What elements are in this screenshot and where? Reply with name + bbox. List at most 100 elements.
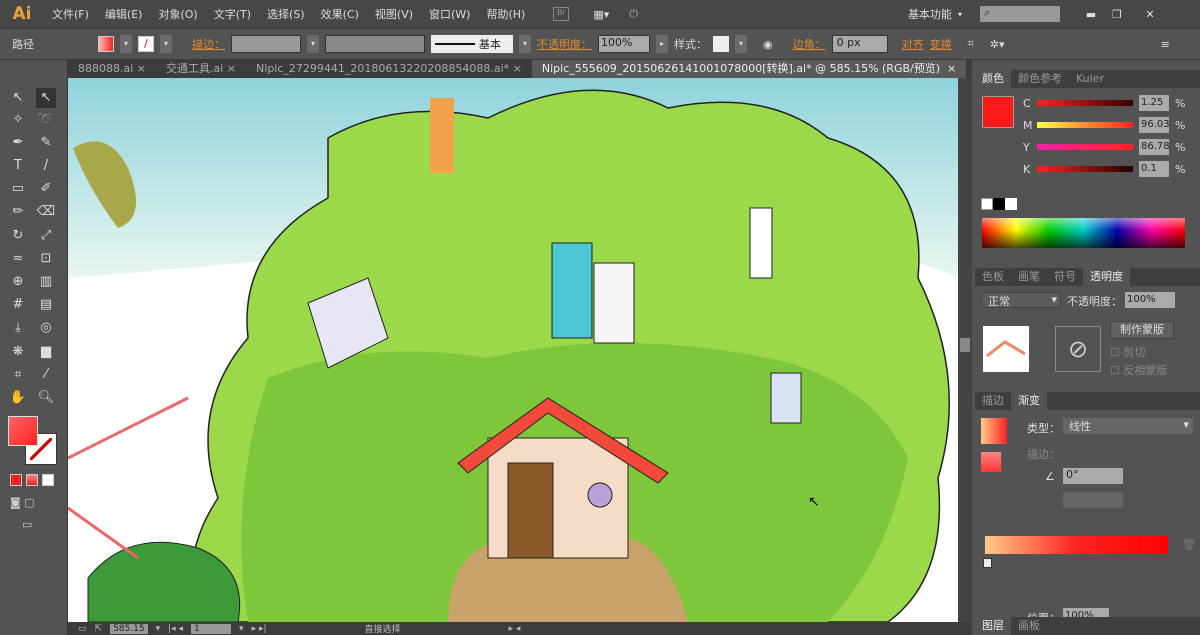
- select-similar-icon[interactable]: ✲▾: [990, 38, 1005, 51]
- gpu-icon[interactable]: ⏻: [629, 7, 638, 21]
- menu-help[interactable]: 帮助(H): [478, 6, 533, 22]
- color-spectrum[interactable]: [982, 218, 1185, 248]
- tab-layers[interactable]: 图层: [975, 617, 1011, 635]
- stroke-swatch[interactable]: /: [138, 36, 154, 52]
- rotate-icon[interactable]: ↻: [8, 226, 28, 246]
- gradient-tool-icon[interactable]: ▤: [36, 295, 56, 315]
- tab-symbols[interactable]: 符号: [1047, 268, 1083, 286]
- stroke-weight-stepper[interactable]: [231, 35, 301, 53]
- rectangle-tool-icon[interactable]: ▭: [8, 179, 28, 199]
- free-transform-icon[interactable]: ⊡: [36, 249, 56, 269]
- magenta-value[interactable]: 96.03: [1139, 117, 1169, 133]
- scale-icon[interactable]: ⤢: [36, 226, 56, 246]
- artboard-icon[interactable]: ⌗: [8, 365, 28, 385]
- align-link[interactable]: 对齐: [902, 36, 924, 52]
- stroke-weight-dropdown[interactable]: ▾: [307, 35, 319, 53]
- paintbrush-icon[interactable]: ✐: [36, 179, 56, 199]
- mesh-icon[interactable]: #: [8, 295, 28, 315]
- pen-tool-icon[interactable]: ✒: [8, 133, 28, 153]
- zoom-input[interactable]: 585.15: [110, 623, 148, 634]
- column-graph-icon[interactable]: ▆: [36, 342, 56, 362]
- tab-color-guide[interactable]: 颜色参考: [1011, 70, 1069, 88]
- tab-doc-2[interactable]: 交通工具.ai ×: [156, 60, 246, 78]
- recolor-icon[interactable]: ◉: [763, 38, 773, 51]
- tab-stroke[interactable]: 描边: [975, 392, 1011, 410]
- screen-mode-icon[interactable]: ▭: [22, 518, 32, 531]
- blend-mode-select[interactable]: 正常 ▾: [981, 292, 1061, 308]
- tab-gradient[interactable]: 渐变: [1011, 392, 1047, 410]
- corner-input[interactable]: 0 px: [831, 35, 888, 53]
- zoom-dropdown[interactable]: ▾: [156, 624, 161, 634]
- stroke-label[interactable]: 描边：: [192, 36, 225, 52]
- artboard-canvas[interactable]: ↖: [68, 78, 958, 622]
- fill-color-swatch[interactable]: [8, 416, 38, 446]
- curvature-icon[interactable]: ✎: [36, 133, 56, 153]
- object-thumbnail[interactable]: [983, 326, 1029, 372]
- hand-icon[interactable]: ✋: [8, 388, 28, 408]
- arrange-documents-icon[interactable]: ▦▾: [593, 8, 609, 21]
- tab-swatches[interactable]: 色板: [975, 268, 1011, 286]
- slice-icon[interactable]: ⁄: [36, 365, 56, 385]
- artboard-nav-icon[interactable]: ▭: [78, 624, 87, 634]
- stroke-dropdown[interactable]: ▾: [160, 35, 172, 53]
- magic-wand-icon[interactable]: ✧: [8, 110, 28, 130]
- variable-width-profile[interactable]: [325, 35, 425, 53]
- menu-effect[interactable]: 效果(C): [313, 6, 367, 22]
- color-fill-swatch[interactable]: [982, 96, 1014, 128]
- corner-label[interactable]: 边角：: [793, 36, 826, 52]
- make-mask-button[interactable]: 制作蒙版: [1110, 321, 1174, 339]
- zoom-icon[interactable]: 🔍︎: [36, 388, 56, 408]
- brush-dropdown[interactable]: ▾: [519, 35, 531, 53]
- status-menu-icon[interactable]: ▸ ◂: [509, 624, 521, 634]
- black-value[interactable]: 0.1: [1139, 161, 1169, 177]
- opacity-input[interactable]: 100%: [598, 35, 650, 53]
- close-button[interactable]: ✕: [1130, 8, 1170, 21]
- next-page-icon[interactable]: ▸ ▸|: [252, 624, 267, 634]
- tab-artboards[interactable]: 画板: [1011, 617, 1047, 635]
- search-input[interactable]: ⌕: [979, 6, 1060, 22]
- style-swatch[interactable]: [713, 36, 729, 52]
- line-tool-icon[interactable]: /: [36, 156, 56, 176]
- menu-window[interactable]: 窗口(W): [421, 6, 478, 22]
- page-input[interactable]: 1: [191, 623, 232, 634]
- draw-mode-icon[interactable]: ◙ ▢: [10, 496, 35, 509]
- selection-tool-icon[interactable]: ↖: [8, 88, 28, 108]
- page-dropdown[interactable]: ▾: [239, 624, 244, 634]
- pencil-icon[interactable]: ✏: [8, 202, 28, 222]
- opacity-arrow[interactable]: ▸: [656, 35, 668, 53]
- restore-button[interactable]: ❐: [1104, 8, 1130, 21]
- cyan-value[interactable]: 1.25: [1139, 95, 1169, 111]
- vertical-scrollbar[interactable]: [958, 78, 972, 622]
- workspace-switcher[interactable]: 基本功能: [908, 6, 952, 22]
- lasso-icon[interactable]: ➰: [36, 110, 56, 130]
- delete-stop-icon[interactable]: 🗑︎: [1182, 538, 1196, 551]
- menu-type[interactable]: 文字(T): [206, 6, 259, 22]
- panel-menu-icon[interactable]: ≡: [1161, 38, 1170, 51]
- chart-icon[interactable]: ▥: [36, 272, 56, 292]
- tab-doc-1[interactable]: 888088.ai ×: [68, 60, 156, 78]
- menu-object[interactable]: 对象(O): [150, 6, 205, 22]
- direct-selection-tool-icon[interactable]: ↖: [36, 88, 56, 108]
- gradient-stop-left[interactable]: [983, 558, 992, 568]
- opacity-label[interactable]: 不透明度：: [537, 36, 592, 52]
- tab-doc-active[interactable]: Nipic_555609_20150626141001078000[转换].ai…: [531, 60, 967, 78]
- yellow-value[interactable]: 86.78: [1139, 139, 1169, 155]
- tab-kuler[interactable]: Kuler: [1069, 70, 1111, 88]
- tab-doc-3[interactable]: Nipic_27299441_20180613220208854088.ai* …: [246, 60, 532, 78]
- blend-icon[interactable]: ◎: [36, 318, 56, 338]
- gradient-slider[interactable]: [985, 536, 1168, 554]
- menu-edit[interactable]: 编辑(E): [97, 6, 151, 22]
- fill-dropdown[interactable]: ▾: [120, 35, 132, 53]
- shape-builder-icon[interactable]: ⊕: [8, 272, 28, 292]
- invert-mask-checkbox[interactable]: ☐ 反相蒙版: [1110, 362, 1167, 378]
- angle-input[interactable]: 0°: [1063, 468, 1123, 484]
- tab-brushes[interactable]: 画笔: [1011, 268, 1047, 286]
- tab-color[interactable]: 颜色: [975, 70, 1011, 88]
- minimize-button[interactable]: ▬: [1078, 8, 1104, 21]
- style-dropdown[interactable]: ▾: [735, 35, 747, 53]
- none-black-white-swatches[interactable]: [981, 198, 1017, 210]
- type-tool-icon[interactable]: T: [8, 156, 28, 176]
- first-page-icon[interactable]: |◂ ◂: [168, 624, 183, 634]
- black-slider[interactable]: K 0.1%: [975, 158, 1200, 180]
- color-mode-buttons[interactable]: [10, 474, 54, 486]
